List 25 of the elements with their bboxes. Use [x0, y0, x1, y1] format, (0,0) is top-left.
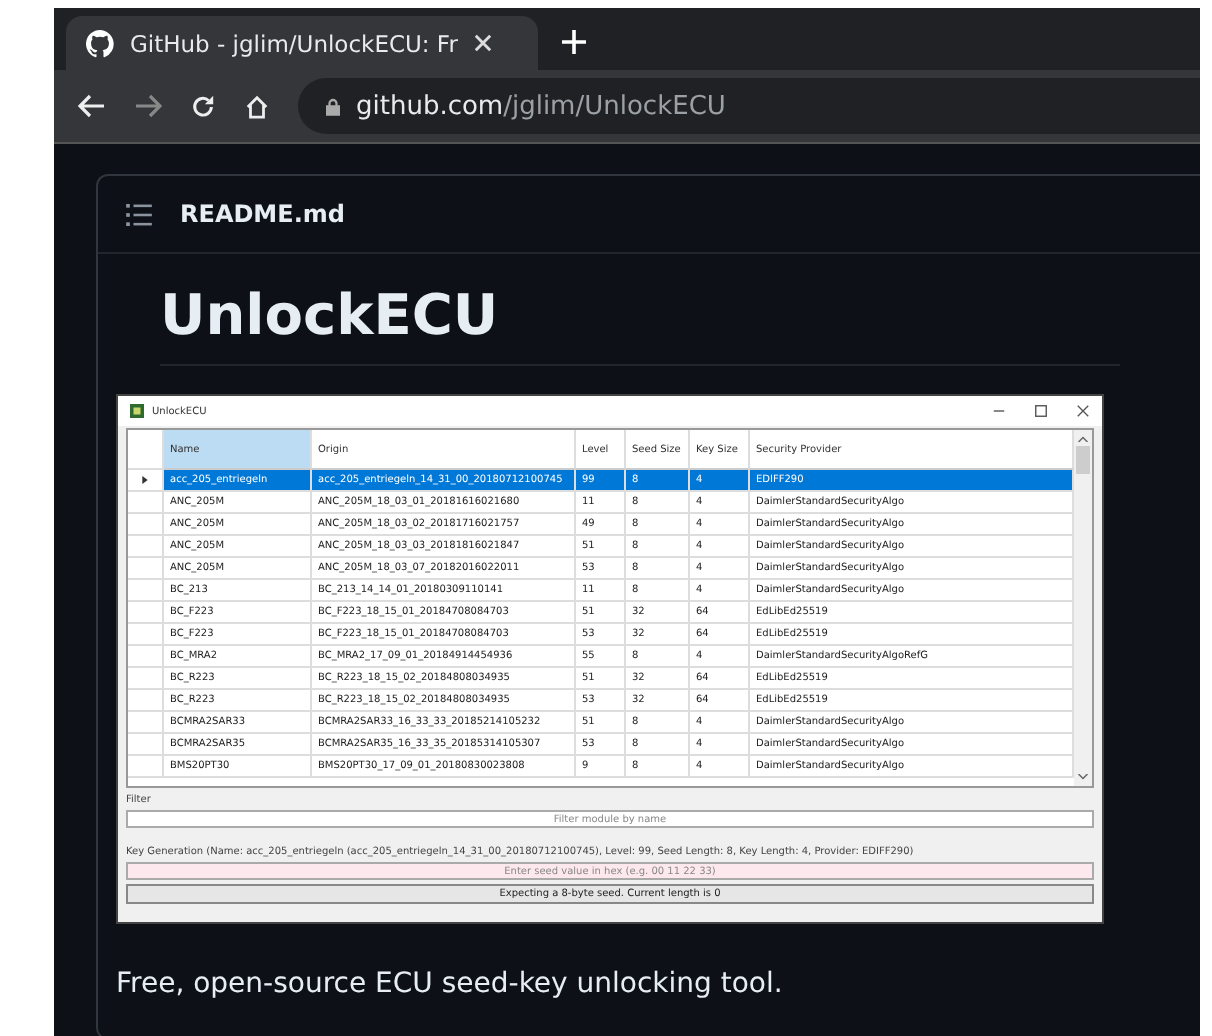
close-icon[interactable] [1076, 404, 1090, 418]
forward-arrow-icon[interactable] [134, 94, 162, 118]
new-tab-icon[interactable] [562, 30, 586, 54]
scroll-down-icon[interactable] [1078, 774, 1088, 780]
readme-heading: UnlockECU [160, 282, 1120, 366]
url-host: github.com [356, 91, 504, 121]
lock-icon [326, 97, 340, 115]
home-icon[interactable] [244, 93, 270, 119]
readme-description: Free, open-source ECU seed-key unlocking tool. [116, 968, 785, 1000]
browser-tab[interactable]: GitHub - jglim/UnlockECU: Fr [66, 16, 538, 70]
address-bar[interactable]: github.com/jglim/UnlockECU [298, 78, 1200, 134]
scrollbar[interactable] [1074, 430, 1092, 786]
scrollbar-thumb[interactable] [1076, 446, 1090, 474]
minimize-icon[interactable] [992, 404, 1006, 418]
github-logo-icon [86, 29, 114, 57]
file-name: README.md [180, 200, 345, 228]
current-row-icon [142, 476, 148, 484]
tab-title: GitHub - jglim/UnlockECU: Fr [130, 29, 458, 57]
maximize-icon[interactable] [1034, 404, 1048, 418]
back-arrow-icon[interactable] [78, 94, 106, 118]
scroll-up-icon[interactable] [1078, 436, 1088, 442]
app-icon [130, 404, 144, 418]
list-icon[interactable] [126, 203, 152, 225]
reload-icon[interactable] [190, 93, 216, 119]
url-path: /jglim/UnlockECU [503, 91, 726, 121]
